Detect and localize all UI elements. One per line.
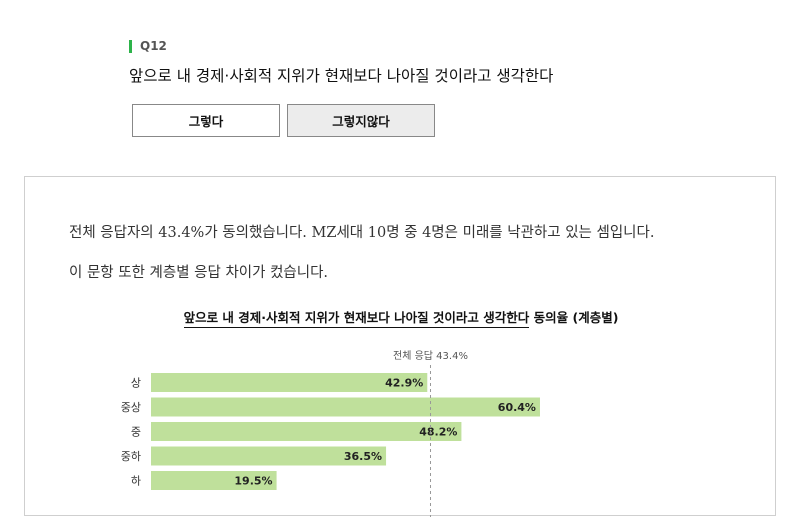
bar-value-label: 42.9%: [385, 377, 423, 390]
category-label: 중: [131, 426, 141, 439]
bar-value-label: 48.2%: [419, 426, 457, 439]
question-tag: Q12: [129, 39, 167, 53]
bar: [151, 397, 540, 417]
chart-title-suffix: 동의율 (계층별): [533, 310, 619, 325]
bar-value-label: 19.5%: [234, 475, 272, 488]
bar-value-label: 36.5%: [344, 450, 382, 463]
result-panel: 전체 응답자의 43.4%가 동의했습니다. MZ세대 10명 중 4명은 미래…: [24, 176, 777, 517]
question-number: Q12: [140, 39, 167, 53]
result-summary-line-2: 이 문항 또한 계층별 응답 차이가 컸습니다.: [69, 265, 329, 281]
category-label: 하: [131, 474, 141, 488]
disagree-button[interactable]: 그렇지않다: [287, 104, 435, 137]
bar-value-label: 60.4%: [498, 401, 536, 414]
category-label: 중상: [121, 401, 141, 414]
question-text: 앞으로 내 경제·사회적 지위가 현재보다 나아질 것이라고 생각한다: [129, 67, 554, 85]
question-tag-marker: [129, 39, 132, 53]
chart-title: 앞으로 내 경제·사회적 지위가 현재보다 나아질 것이라고 생각한다 동의율 …: [25, 307, 777, 328]
category-label: 상: [131, 377, 141, 390]
category-label: 중하: [121, 449, 141, 463]
bar: [151, 422, 462, 441]
reference-line-label: 전체 응답 43.4%: [393, 350, 468, 362]
result-summary-line-1: 전체 응답자의 43.4%가 동의했습니다. MZ세대 10명 중 4명은 미래…: [69, 225, 655, 241]
agreement-bar-chart: 전체 응답 43.4% 상 42.9% 중상 60.4% 중 48.2% 중하 36.5% 하 19…: [121, 350, 540, 517]
chart-title-main: 앞으로 내 경제·사회적 지위가 현재보다 나아질 것이라고 생각한다: [183, 310, 530, 328]
agree-button[interactable]: 그렇다: [132, 104, 280, 137]
